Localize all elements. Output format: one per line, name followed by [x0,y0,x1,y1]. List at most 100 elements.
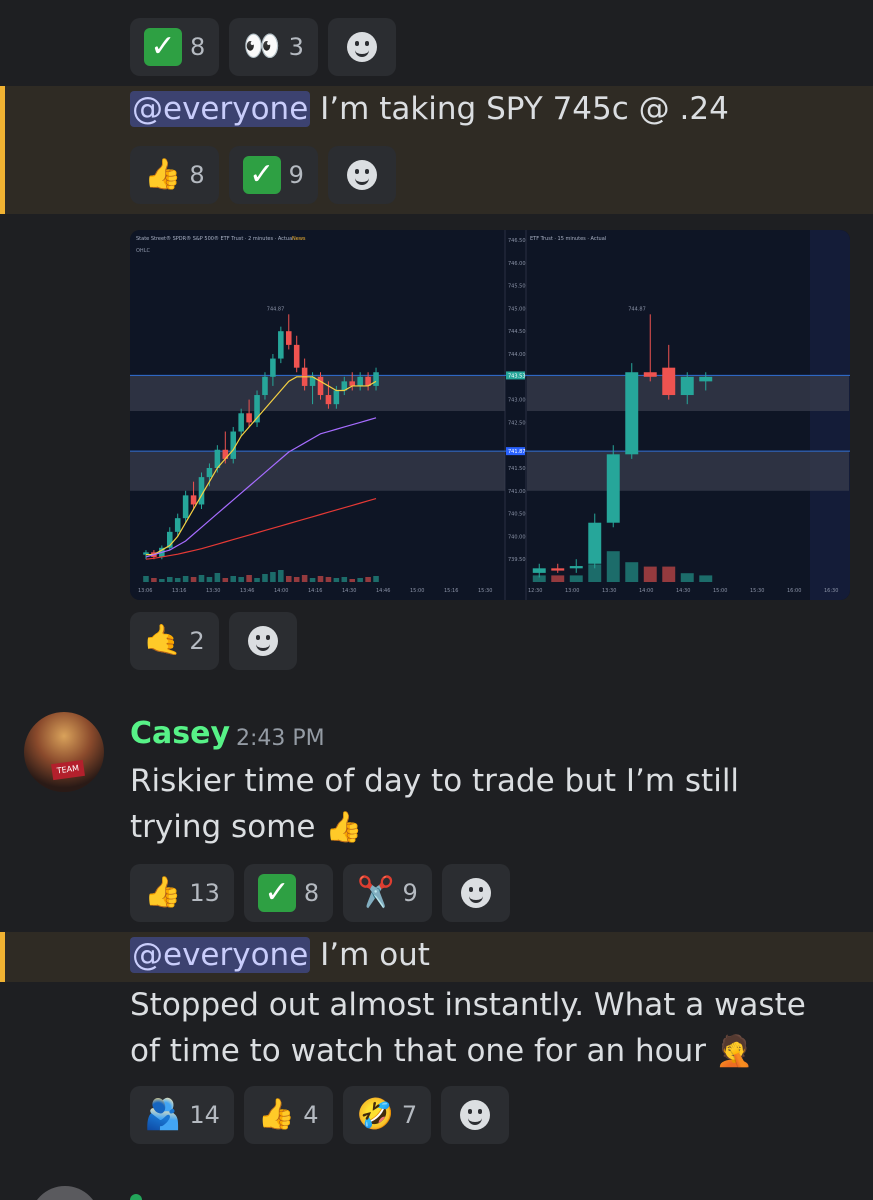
reaction-check[interactable]: ✓ 8 [243,864,334,922]
candle-body [230,431,237,459]
candle-body [293,344,300,368]
chart-svg: State Street® SPDR® S&P 500® ETF Trust ·… [130,230,850,600]
reaction-check[interactable]: ✓ 9 [228,146,318,204]
add-reaction-button[interactable] [441,864,510,922]
volume-bar [301,575,308,582]
volume-bar [325,577,332,582]
chart-attachment[interactable]: State Street® SPDR® S&P 500® ETF Trust ·… [130,230,850,600]
y-tick-label: 746.00 [508,261,526,267]
volume-bar [246,575,252,582]
volume-bar [151,578,157,582]
candle-body [349,381,356,386]
smile-icon [346,160,377,190]
mention-everyone[interactable]: @everyone [130,91,311,127]
y-tick-label: 740.50 [508,512,526,518]
add-reaction-button[interactable] [441,1086,510,1144]
y-tick-label: 745.00 [508,306,526,312]
check-mark-icon: ✓ [257,874,296,912]
hugging-people-icon: 🫂 [144,1097,182,1132]
chart-title: State Street® SPDR® S&P 500® ETF Trust ·… [136,235,294,242]
message-exit: @everyone I’m out [130,932,430,978]
volume-bar [699,575,713,582]
status-dot [130,1194,142,1200]
reaction-hug[interactable]: 🫂 14 [130,1086,234,1144]
reaction-call-me[interactable]: 🤙 2 [130,612,219,670]
x-tick-label: 15:16 [444,588,458,594]
reaction-thumbs-up[interactable]: 👍 4 [243,1086,333,1144]
reaction-thumbs-up[interactable]: 👍 8 [130,146,219,204]
y-tick-label: 744.00 [508,352,526,358]
message-entry: @everyone I’m taking SPY 745c @ .24 [130,86,729,132]
volume-bar [238,577,244,582]
candle-body [206,468,213,478]
volume-bar [373,576,379,582]
candle-body [270,358,276,377]
avatar[interactable]: TEAM [24,712,104,792]
volume-bar [588,564,602,582]
x-tick-label: 15:00 [410,588,424,594]
candle-body [182,495,189,519]
volume-bar [222,578,229,582]
volume-bar [625,562,639,582]
candle-body [238,413,244,432]
message-text: I’m taking SPY 745c @ .24 [320,91,729,127]
reaction-eyes[interactable]: 👀 3 [229,18,318,76]
reaction-count: 13 [189,879,220,907]
volume-bar [254,578,260,582]
candle-body [606,454,620,523]
volume-bar [198,575,205,582]
add-reaction-button[interactable] [327,146,396,204]
thumbs-up-icon: 👍 [257,1097,296,1132]
volume-bar [532,575,546,582]
x-tick-label: 15:30 [750,588,764,594]
reaction-bar-top: ✓ 8 👀 3 [130,18,396,76]
eyes-icon: 👀 [243,29,281,64]
candle-body [625,372,639,455]
volume-bar [270,572,276,582]
message-text: I’m out [320,937,430,973]
volume-bar [174,578,181,582]
future-region [810,230,850,600]
y-tick-label: 740.00 [508,534,526,540]
y-tick-label: 746.50 [508,238,526,244]
reaction-count: 7 [401,1101,418,1129]
username[interactable]: Casey [130,716,230,751]
avatar-next[interactable] [30,1186,100,1200]
x-tick-label: 13:00 [565,588,579,594]
y-tick-label: 741.50 [508,466,526,472]
mention-everyone[interactable]: @everyone [130,937,311,973]
candle-body [551,568,565,571]
x-tick-label: 14:46 [376,588,390,594]
reaction-bar-entry: 👍 8 ✓ 9 [130,146,396,204]
candle-body [373,372,379,386]
message-text: Stopped out almost instantly. What a was… [130,987,806,1069]
candle-body [333,390,340,405]
reaction-count: 8 [190,33,206,61]
reaction-thumbs-up[interactable]: 👍 13 [130,864,234,922]
volume-bar [551,575,565,582]
timestamp: 2:43 PM [236,726,325,751]
reaction-check[interactable]: ✓ 8 [130,18,220,76]
volume-bar [365,577,371,582]
news-label: News [292,236,306,242]
reaction-bar-casey: 👍 13 ✓ 8 ✂️ 9 [130,864,510,922]
x-tick-label: 14:00 [639,588,653,594]
x-tick-label: 14:16 [308,588,322,594]
x-tick-label: 16:00 [787,588,801,594]
reaction-bar-exit: 🫂 14 👍 4 🤣 7 [130,1086,510,1144]
x-tick-label: 13:16 [172,588,186,594]
add-reaction-button[interactable] [327,18,396,76]
volume-bar [643,566,657,582]
rofl-icon: 🤣 [356,1097,394,1132]
reaction-scissors[interactable]: ✂️ 9 [343,864,432,922]
x-tick-label: 13:46 [240,588,254,594]
add-reaction-button[interactable] [228,612,297,670]
reaction-rofl[interactable]: 🤣 7 [342,1086,432,1144]
thumbs-up-icon: 👍 [144,157,182,192]
reaction-count: 8 [303,879,320,907]
team-badge-icon: TEAM [51,759,85,781]
candle-body [285,331,292,345]
x-tick-label: 13:30 [206,588,220,594]
candle-body [699,376,713,382]
reaction-count: 9 [402,879,418,907]
